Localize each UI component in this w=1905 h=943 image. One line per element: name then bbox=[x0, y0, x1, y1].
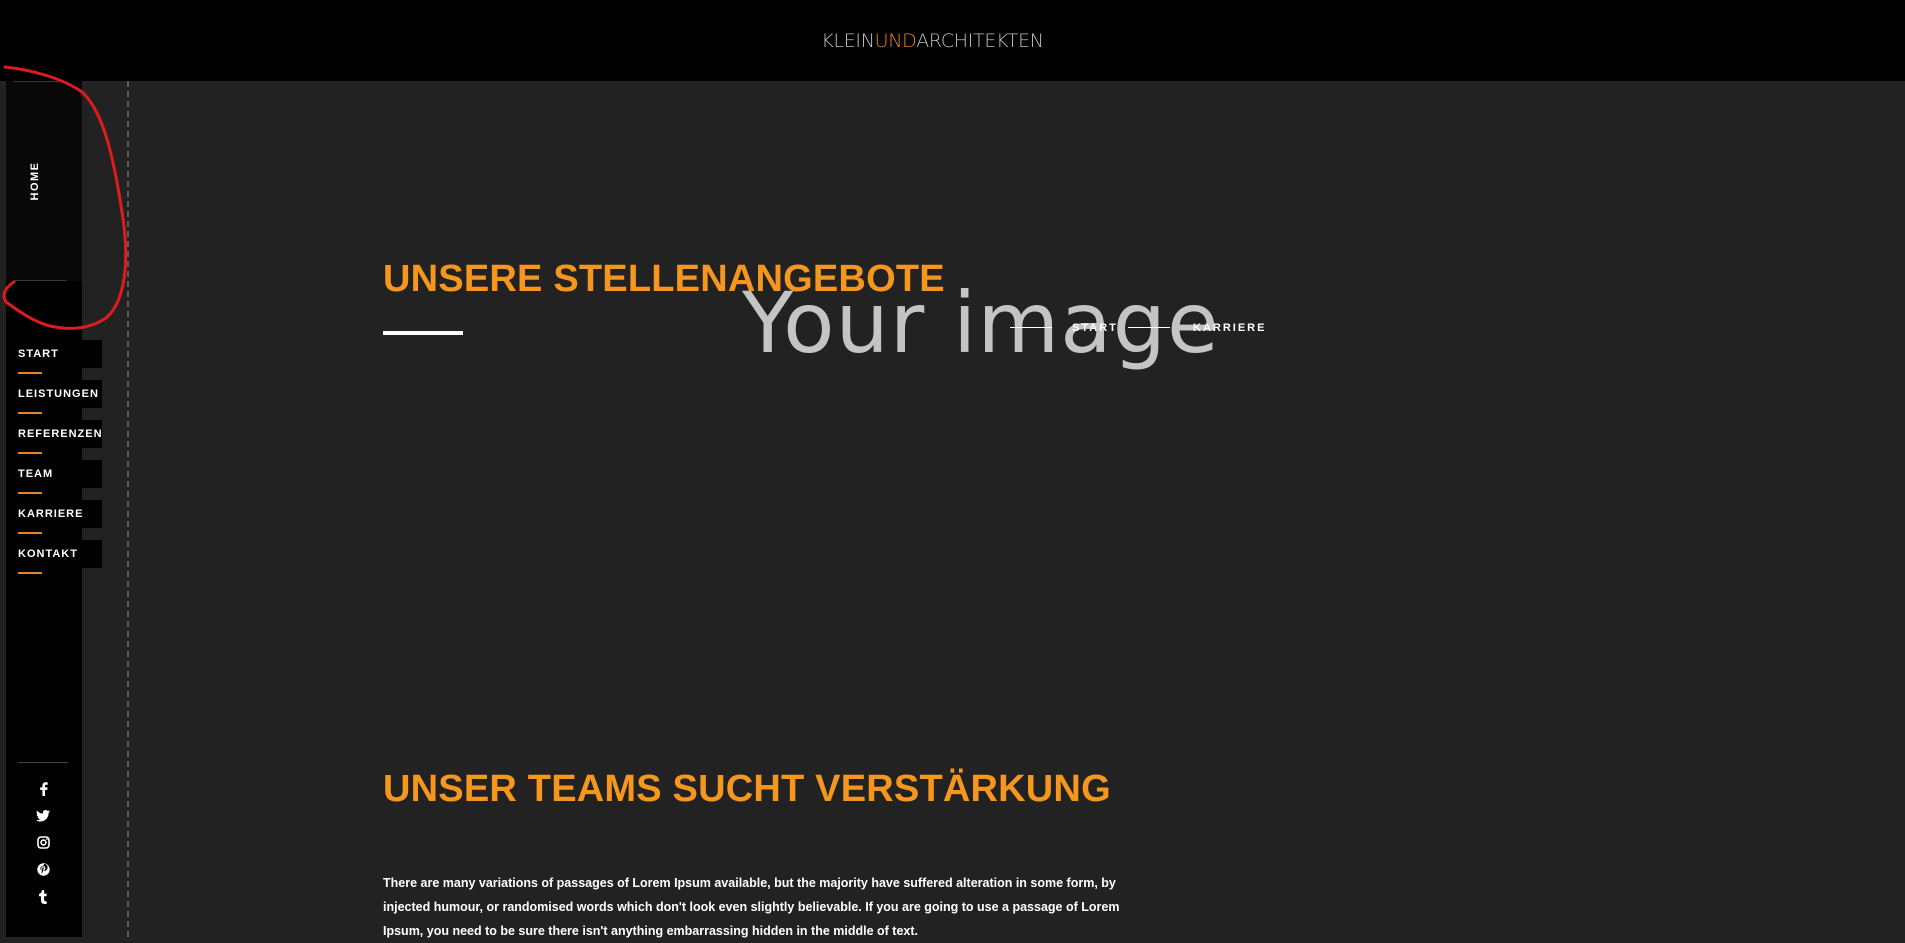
sidebar-item-label: TEAM bbox=[18, 468, 54, 480]
sidebar-nav: START LEISTUNGEN REFERENZEN TEAM KARRIER… bbox=[6, 340, 102, 580]
sidebar-item-label: KARRIERE bbox=[18, 508, 84, 520]
breadcrumb: START KARRIERE bbox=[1010, 322, 1280, 336]
home-bottom-divider bbox=[14, 280, 66, 281]
section-title: UNSER TEAMS SUCHT VERSTÄRKUNG bbox=[383, 768, 1111, 810]
breadcrumb-line bbox=[1010, 327, 1052, 328]
nav-underline bbox=[18, 412, 42, 414]
sidebar-item-start[interactable]: START bbox=[6, 340, 102, 374]
logo-part-klein: KLEIN bbox=[821, 30, 875, 52]
site-logo[interactable]: KLEINUNDARCHITEKTEN bbox=[0, 30, 1865, 52]
nav-underline bbox=[18, 492, 42, 494]
home-tab[interactable] bbox=[6, 81, 82, 281]
sidebar-item-team[interactable]: TEAM bbox=[6, 460, 102, 494]
facebook-icon[interactable] bbox=[18, 775, 68, 802]
breadcrumb-line bbox=[1128, 327, 1170, 328]
body-paragraph: There are many variations of passages of… bbox=[383, 875, 1120, 938]
social-divider bbox=[18, 762, 68, 763]
sidebar-item-label: LEISTUNGEN bbox=[18, 388, 99, 400]
nav-underline bbox=[18, 532, 42, 534]
sidebar-item-leistungen[interactable]: LEISTUNGEN bbox=[6, 380, 102, 414]
home-top-divider bbox=[14, 81, 66, 82]
sidebar-item-label: REFERENZEN bbox=[18, 428, 103, 440]
dashed-guide-line bbox=[127, 81, 129, 937]
sidebar-item-referenzen[interactable]: REFERENZEN bbox=[6, 420, 103, 454]
home-label[interactable]: HOME bbox=[29, 162, 41, 201]
logo-part-und: UND bbox=[874, 30, 917, 52]
breadcrumb-start[interactable]: START bbox=[1072, 322, 1118, 334]
sidebar-item-label: START bbox=[18, 348, 59, 360]
pinterest-icon[interactable] bbox=[18, 856, 68, 883]
sidebar-item-karriere[interactable]: KARRIERE bbox=[6, 500, 102, 534]
nav-underline bbox=[18, 372, 42, 374]
sidebar-item-label: KONTAKT bbox=[18, 548, 78, 560]
hero-title-underline bbox=[383, 331, 463, 335]
social-links bbox=[18, 762, 68, 910]
tumblr-icon[interactable] bbox=[18, 883, 68, 910]
nav-underline bbox=[18, 452, 42, 454]
twitter-icon[interactable] bbox=[18, 802, 68, 829]
instagram-icon[interactable] bbox=[18, 829, 68, 856]
nav-underline bbox=[18, 572, 42, 574]
sidebar-item-kontakt[interactable]: KONTAKT bbox=[6, 540, 102, 574]
breadcrumb-current: KARRIERE bbox=[1193, 322, 1267, 334]
logo-part-architekten: ARCHITEKTEN bbox=[916, 30, 1044, 52]
